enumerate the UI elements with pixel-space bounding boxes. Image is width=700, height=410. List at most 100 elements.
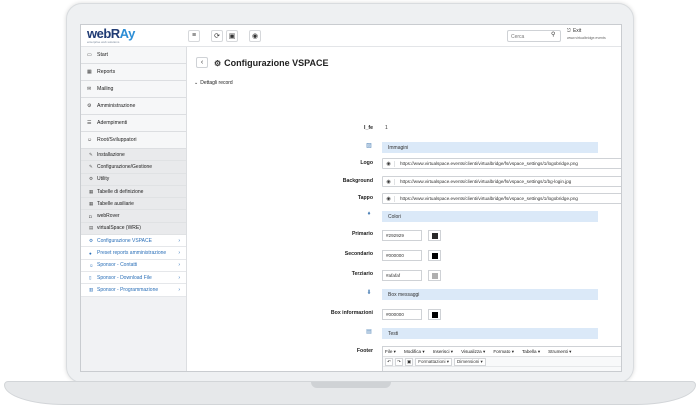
chevron-right-icon: ›: [178, 262, 180, 269]
file-text-icon: ▤: [366, 329, 372, 335]
sidebar-item-reports[interactable]: ▦ Reports: [81, 64, 186, 81]
sidebar-item-adempimenti[interactable]: ☰ Adempimenti: [81, 115, 186, 132]
sidebar-subitem-webrover[interactable]: ◘ webRover: [81, 210, 186, 223]
logo-url: https://www.virtualspace.events/clienti/…: [400, 161, 578, 166]
terziario-input[interactable]: #afafaf: [382, 270, 422, 281]
sidebar-subitem-tabelle-definizione[interactable]: ▦ Tabelle di definizione: [81, 185, 186, 199]
sidebar-subitem-utility[interactable]: ⚙ Utility: [81, 173, 186, 186]
sidebar-item-label: Mailing: [97, 86, 114, 92]
app-logo[interactable]: webRAy enterprise web solutions: [81, 25, 185, 47]
exit-user: www.virtualbridge.events: [567, 36, 606, 40]
eye-icon[interactable]: ◉: [383, 178, 395, 185]
logo-accent: Ay: [119, 25, 136, 41]
editor-menu-formato[interactable]: Formato ▾: [493, 349, 514, 355]
save-icon[interactable]: ▣: [226, 29, 238, 42]
section-toggle[interactable]: ⌄ Dettagli record: [194, 80, 233, 86]
sidebar-subitem-label: webRover: [97, 213, 120, 220]
sidebar-item-label: Start: [97, 52, 108, 58]
envelope-icon: ✉: [87, 86, 92, 92]
secondario-swatch: [431, 252, 438, 259]
sidebar-link-label: Sponsor - Download File: [97, 274, 152, 281]
background-url-field[interactable]: ◉ https://www.virtualspace.events/clienti…: [382, 176, 621, 187]
editor-menu-file[interactable]: File ▾: [385, 349, 396, 355]
sidebar-link-label: Sponsor - Contatti: [97, 262, 138, 269]
dimensions-dropdown[interactable]: Dimensioni ▾: [454, 357, 486, 366]
exit-label: Exit: [572, 28, 582, 34]
sidebar-link-configurazione-vspace[interactable]: ⚙ Configurazione VSPACE ›: [81, 235, 186, 248]
background-url: https://www.virtualspace.events/clienti/…: [400, 179, 572, 184]
sidebar: ▭ Start ▦ Reports ✉ Mailing ⚙ Amministrazion…: [81, 47, 187, 371]
sidebar-item-root[interactable]: ☺ Root/Sviluppatori: [81, 132, 186, 149]
sidebar-subitem-installazione[interactable]: ✎ Installazione: [81, 149, 186, 162]
sidebar-link-sponsor-contatti[interactable]: ☺ Sponsor - Contatti ›: [81, 259, 186, 272]
tappo-url-field[interactable]: ◉ https://www.virtualspace.events/clienti…: [382, 193, 621, 204]
calendar-icon: ▥: [89, 286, 94, 292]
secondario-color-picker[interactable]: [428, 250, 441, 261]
sidebar-item-label: Adempimenti: [97, 120, 128, 126]
primario-swatch: [431, 232, 438, 239]
sidebar-item-mailing[interactable]: ✉ Mailing: [81, 81, 186, 98]
primario-label: Primario: [351, 231, 373, 237]
logo-url-field[interactable]: ◉ https://www.virtualspace.events/clienti…: [382, 158, 621, 169]
editor-menu-modifica[interactable]: Modifica ▾: [404, 349, 425, 355]
chevron-right-icon: ›: [178, 286, 180, 293]
sidebar-subitem-label: virtualSpace (WRE): [97, 225, 141, 232]
sidebar-subitem-configurazione[interactable]: ✎ Configurazione/Gestione: [81, 161, 186, 174]
tappo-url: https://www.virtualspace.events/clienti/…: [400, 196, 578, 201]
editor-menu-tabella[interactable]: Tabella ▾: [522, 349, 540, 355]
editor-menu-strumenti[interactable]: Strumenti ▾: [548, 349, 571, 355]
band-immagini: Immagini: [382, 142, 598, 153]
sidebar-subitem-label: Tabelle di definizione: [97, 188, 144, 195]
undo-icon[interactable]: ↶: [385, 357, 393, 366]
primario-input[interactable]: #292929: [382, 230, 422, 241]
sidebar-link-preset-reports[interactable]: ● Preset reports amministrazione ›: [81, 247, 186, 260]
sidebar-link-sponsor-programmazione[interactable]: ▥ Sponsor - Programmazione ›: [81, 284, 186, 297]
terziario-color-picker[interactable]: [428, 270, 441, 281]
grid-icon: ▤: [89, 225, 94, 231]
i-fe-label: I_fe: [364, 125, 373, 131]
sidebar-subitem-label: Utility: [97, 176, 110, 183]
app-screen: webRAy enterprise web solutions ≡ ⟳ ▣ ◉ …: [80, 24, 622, 372]
logo-tagline: enterprise web solutions: [87, 39, 120, 44]
page-title: ⚙ Configurazione VSPACE: [214, 58, 329, 68]
gear-icon: ⚙: [89, 176, 94, 182]
eye-icon[interactable]: ◉: [383, 195, 395, 202]
box-info-color-picker[interactable]: [428, 309, 441, 320]
sidebar-item-amministrazione[interactable]: ⚙ Amministrazione: [81, 98, 186, 115]
globe-icon[interactable]: ◉: [249, 29, 261, 42]
back-button[interactable]: ‹: [196, 57, 208, 68]
chevron-right-icon: ›: [178, 237, 180, 244]
sidebar-subitem-virtualspace[interactable]: ▤ virtualSpace (WRE): [81, 222, 186, 236]
sidebar-item-label: Root/Sviluppatori: [97, 137, 137, 143]
pin-icon: ⬇: [366, 290, 372, 296]
top-bar: webRAy enterprise web solutions ≡ ⟳ ▣ ◉ …: [81, 25, 621, 47]
page-title-text: Configurazione VSPACE: [224, 58, 329, 68]
editor-menu-inserisci[interactable]: Inserisci ▾: [433, 349, 453, 355]
primario-color-picker[interactable]: [428, 230, 441, 241]
band-colori: Colori: [382, 211, 598, 222]
footer-editor[interactable]: File ▾ Modifica ▾ Inserisci ▾ Visualizza…: [382, 346, 621, 371]
eye-icon[interactable]: ◉: [383, 160, 395, 167]
secondario-label: Secondario: [344, 251, 373, 257]
editor-toolbar: ↶ ↷ ▣ Formattazioni ▾ Dimensioni ▾: [383, 357, 621, 367]
sidebar-item-start[interactable]: ▭ Start: [81, 47, 186, 64]
search-icon[interactable]: ⚲: [551, 31, 555, 38]
menu-toggle-button[interactable]: ≡: [188, 29, 200, 42]
tint-icon: ♦: [367, 211, 371, 217]
exit-area[interactable]: ⎋ Exit www.virtualbridge.events: [567, 28, 621, 44]
sidebar-link-sponsor-download[interactable]: ▯ Sponsor - Download File ›: [81, 271, 186, 285]
editor-menu-visualizza[interactable]: Visualizza ▾: [461, 349, 485, 355]
box-info-input[interactable]: #000000: [382, 309, 422, 320]
box-info-swatch: [431, 311, 438, 318]
box-info-label: Box informazioni: [330, 310, 373, 316]
formats-dropdown[interactable]: Formattazioni ▾: [415, 357, 453, 366]
chevron-right-icon: ›: [178, 250, 180, 257]
sidebar-item-label: Reports: [97, 69, 116, 75]
secondario-input[interactable]: #000000: [382, 250, 422, 261]
paste-icon[interactable]: ▣: [405, 357, 414, 366]
sidebar-subitem-label: Installazione: [97, 151, 125, 158]
table-icon: ▦: [87, 69, 92, 75]
sidebar-subitem-tabelle-ausiliarie[interactable]: ▦ Tabelle ausiliarie: [81, 198, 186, 211]
refresh-button[interactable]: ⟳: [211, 29, 223, 42]
redo-icon[interactable]: ↷: [395, 357, 403, 366]
